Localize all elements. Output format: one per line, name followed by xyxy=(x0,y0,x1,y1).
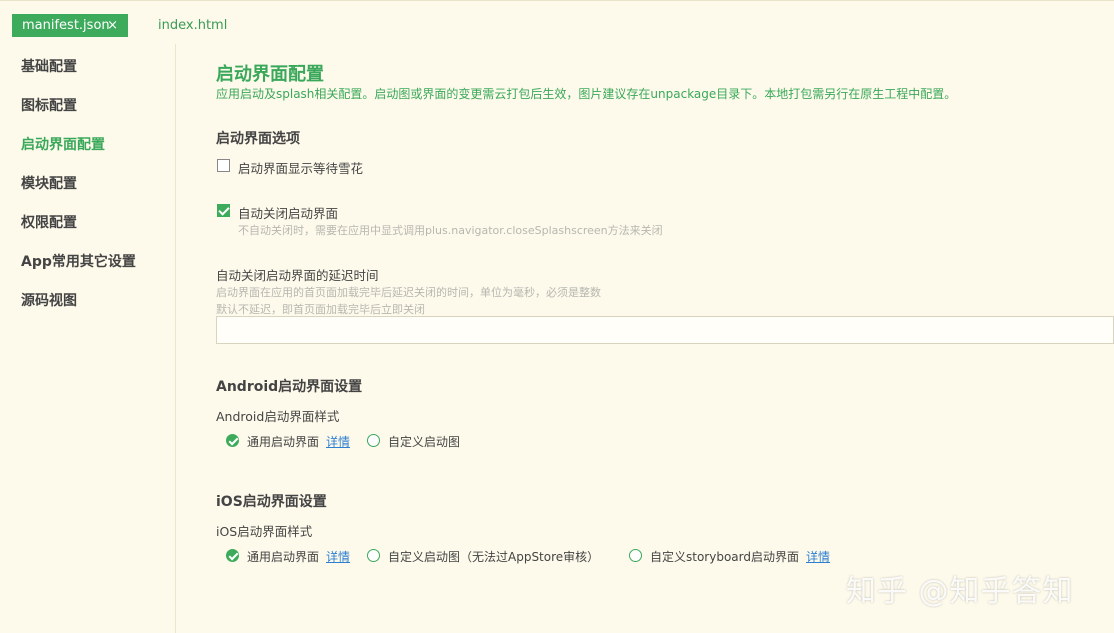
ios-radio-default-label: 通用启动界面 xyxy=(247,550,320,564)
sidebar-item-modules[interactable]: 模块配置 xyxy=(21,174,77,194)
autoclose-checkbox[interactable] xyxy=(217,204,230,217)
main-content: 启动界面配置 应用启动及splash相关配置。启动图或界面的变更需云打包后生效，… xyxy=(216,0,1114,633)
ios-details-link[interactable]: 详情 xyxy=(326,548,350,565)
android-radio-default[interactable] xyxy=(226,434,239,447)
delay-input[interactable] xyxy=(216,316,1114,344)
ios-radio-custom-image[interactable] xyxy=(367,549,380,562)
android-radio-custom[interactable] xyxy=(367,434,380,447)
ios-radio-custom-image-label: 自定义启动图（无法过AppStore审核） xyxy=(388,550,600,564)
sidebar-item-app-other[interactable]: App常用其它设置 xyxy=(21,252,136,272)
page-title: 启动界面配置 xyxy=(216,64,324,85)
sidebar-item-icon[interactable]: 图标配置 xyxy=(21,96,77,116)
sidebar-item-splash[interactable]: 启动界面配置 xyxy=(21,135,105,155)
page-subtitle: 应用启动及splash相关配置。启动图或界面的变更需云打包后生效，图片建议存在u… xyxy=(216,87,957,101)
waiting-checkbox[interactable] xyxy=(217,159,230,172)
autoclose-hint: 不自动关闭时，需要在应用中显式调用plus.navigator.closeSpl… xyxy=(238,224,663,237)
ios-radio-storyboard-label: 自定义storyboard启动界面 xyxy=(650,550,799,564)
sidebar-item-permissions[interactable]: 权限配置 xyxy=(21,213,77,233)
android-radio-default-label: 通用启动界面 xyxy=(247,435,320,449)
options-heading: 启动界面选项 xyxy=(216,131,300,147)
delay-hint-2: 默认不延迟，即首页面加载完毕后立即关闭 xyxy=(216,303,425,316)
sidebar-item-source-view[interactable]: 源码视图 xyxy=(21,291,77,311)
delay-label: 自动关闭启动界面的延迟时间 xyxy=(216,268,379,283)
close-icon[interactable]: × xyxy=(107,14,118,37)
ios-radio-storyboard[interactable] xyxy=(629,549,642,562)
ios-heading: iOS启动界面设置 xyxy=(216,494,327,510)
autoclose-checkbox-label: 自动关闭启动界面 xyxy=(238,206,339,221)
ios-storyboard-details-link[interactable]: 详情 xyxy=(806,548,830,565)
delay-hint-1: 启动界面在应用的首页面加载完毕后延迟关闭的时间，单位为毫秒，必须是整数 xyxy=(216,286,601,299)
android-radio-custom-label: 自定义启动图 xyxy=(388,435,461,449)
sidebar: 基础配置 图标配置 启动界面配置 模块配置 权限配置 App常用其它设置 源码视… xyxy=(0,44,176,633)
android-style-label: Android启动界面样式 xyxy=(216,409,340,424)
android-details-link[interactable]: 详情 xyxy=(326,433,350,450)
waiting-checkbox-label: 启动界面显示等待雪花 xyxy=(238,161,364,176)
android-heading: Android启动界面设置 xyxy=(216,379,363,395)
watermark: 知乎 @知乎答知 xyxy=(846,574,1074,609)
tab-manifest-json[interactable]: manifest.json × xyxy=(12,14,128,37)
ios-radio-default[interactable] xyxy=(226,549,239,562)
ios-style-label: iOS启动界面样式 xyxy=(216,524,313,539)
sidebar-item-basic[interactable]: 基础配置 xyxy=(21,57,77,77)
tab-label: manifest.json xyxy=(22,18,110,33)
